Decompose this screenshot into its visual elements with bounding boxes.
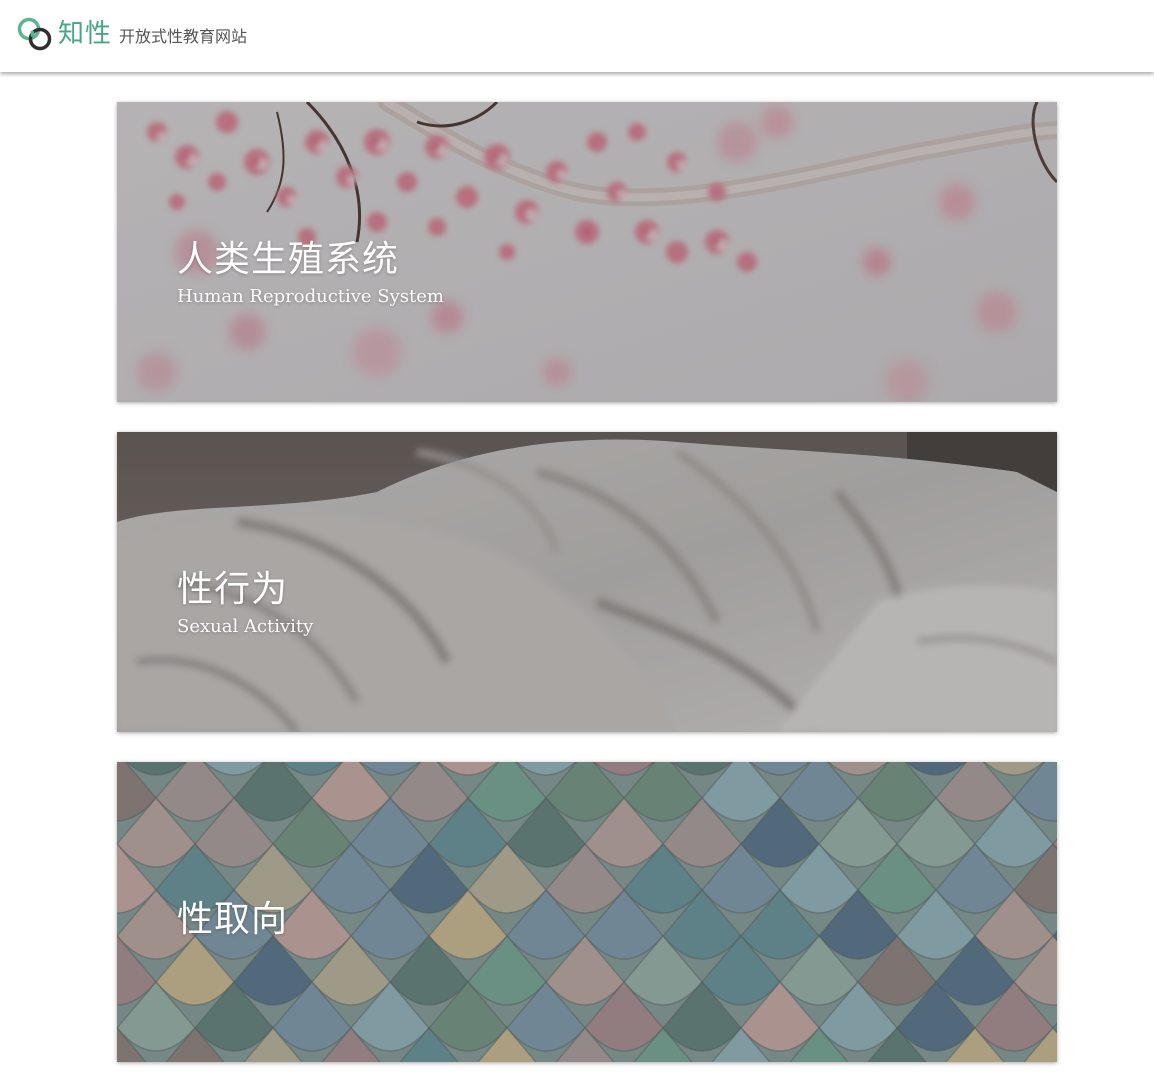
- topic-card-sexual-orientation[interactable]: 性取向: [117, 762, 1057, 1062]
- card-title: 性行为: [177, 569, 289, 610]
- topic-card-sexual-activity[interactable]: 性行为 Sexual Activity: [117, 432, 1057, 732]
- topic-card-list: 人类生殖系统 Human Reproductive System 性行为 Sex…: [117, 102, 1057, 1092]
- card-title: 人类生殖系统: [177, 239, 400, 280]
- top-navbar: 知性 开放式性教育网站: [0, 0, 1154, 72]
- linked-rings-icon: [17, 17, 52, 51]
- topic-card-reproductive-system[interactable]: 人类生殖系统 Human Reproductive System: [117, 102, 1057, 402]
- brand-name: 知性: [58, 18, 113, 49]
- card-subtitle: Human Reproductive System: [177, 286, 444, 307]
- brand-tagline: 开放式性教育网站: [119, 27, 248, 46]
- card-title: 性取向: [177, 899, 289, 940]
- card-subtitle: Sexual Activity: [177, 616, 314, 637]
- home-logo-link[interactable]: 知性 开放式性教育网站: [16, 14, 247, 54]
